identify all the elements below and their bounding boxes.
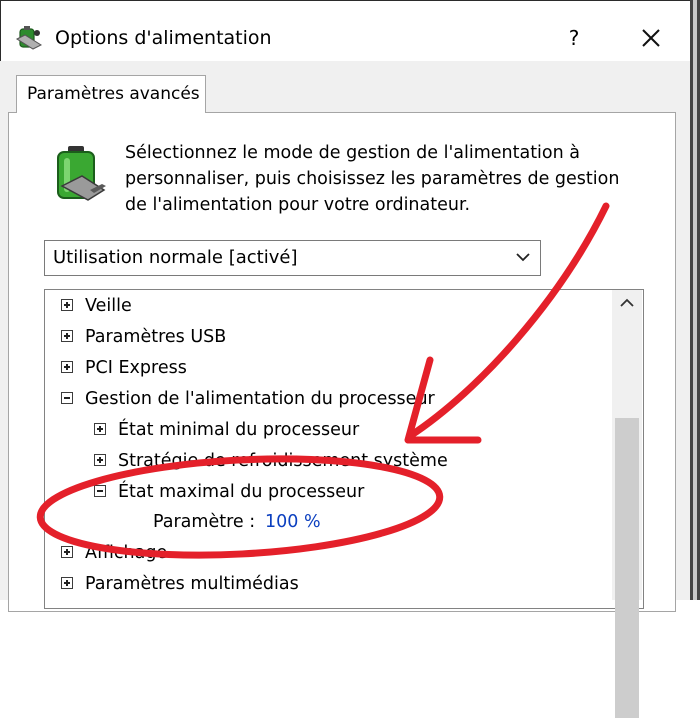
collapse-minus-icon[interactable] bbox=[61, 392, 73, 404]
description-text: Sélectionnez le mode de gestion de l'ali… bbox=[125, 140, 645, 218]
collapse-minus-icon[interactable] bbox=[94, 485, 106, 497]
close-icon bbox=[642, 29, 660, 47]
tree-item-label: PCI Express bbox=[85, 358, 187, 378]
expand-plus-icon[interactable] bbox=[61, 361, 73, 373]
tree-item-label: Veille bbox=[85, 296, 132, 316]
tree-scrollbar[interactable] bbox=[612, 290, 642, 718]
chevron-down-icon bbox=[516, 253, 530, 262]
tree-item-label: Gestion de l'alimentation du processeur bbox=[85, 389, 435, 409]
power-options-icon bbox=[15, 26, 43, 50]
description-line-3: de l'alimentation pour votre ordinateur. bbox=[125, 195, 471, 215]
chevron-up-icon[interactable] bbox=[620, 298, 634, 308]
expand-plus-icon[interactable] bbox=[94, 454, 106, 466]
tree-item-label: Affichage bbox=[85, 543, 168, 563]
description-line-2: personnaliser, puis choisissez les param… bbox=[125, 169, 620, 189]
close-button[interactable] bbox=[633, 21, 669, 55]
expand-plus-icon[interactable] bbox=[94, 423, 106, 435]
settings-tree[interactable]: Veille Paramètres USB PCI Express Gestio… bbox=[44, 289, 644, 609]
tab-advanced-settings[interactable]: Paramètres avancés bbox=[16, 75, 206, 113]
tree-item-label: Paramètres USB bbox=[85, 327, 227, 347]
tree-item-label: Stratégie de refroidissement système bbox=[118, 451, 448, 471]
window-title: Options d'alimentation bbox=[55, 27, 272, 49]
expand-plus-icon[interactable] bbox=[61, 330, 73, 342]
scroll-thumb[interactable] bbox=[615, 418, 639, 718]
tree-item-label: Paramètres multimédias bbox=[85, 574, 299, 594]
help-button[interactable]: ? bbox=[557, 21, 591, 55]
battery-plug-icon bbox=[57, 146, 106, 201]
expand-plus-icon[interactable] bbox=[61, 299, 73, 311]
description-line-1: Sélectionnez le mode de gestion de l'ali… bbox=[125, 143, 581, 163]
expand-plus-icon[interactable] bbox=[61, 546, 73, 558]
background-edge bbox=[690, 0, 700, 600]
power-plan-dropdown[interactable]: Utilisation normale [activé] bbox=[44, 240, 541, 276]
tree-item-label: État maximal du processeur bbox=[118, 482, 365, 502]
setting-value[interactable]: 100 % bbox=[265, 509, 321, 535]
power-plan-selected-value: Utilisation normale [activé] bbox=[53, 247, 298, 268]
tree-item-label: État minimal du processeur bbox=[118, 420, 360, 440]
expand-plus-icon[interactable] bbox=[61, 577, 73, 589]
title-bar: Options d'alimentation ? bbox=[1, 1, 689, 61]
setting-label: Paramètre : bbox=[153, 512, 256, 532]
